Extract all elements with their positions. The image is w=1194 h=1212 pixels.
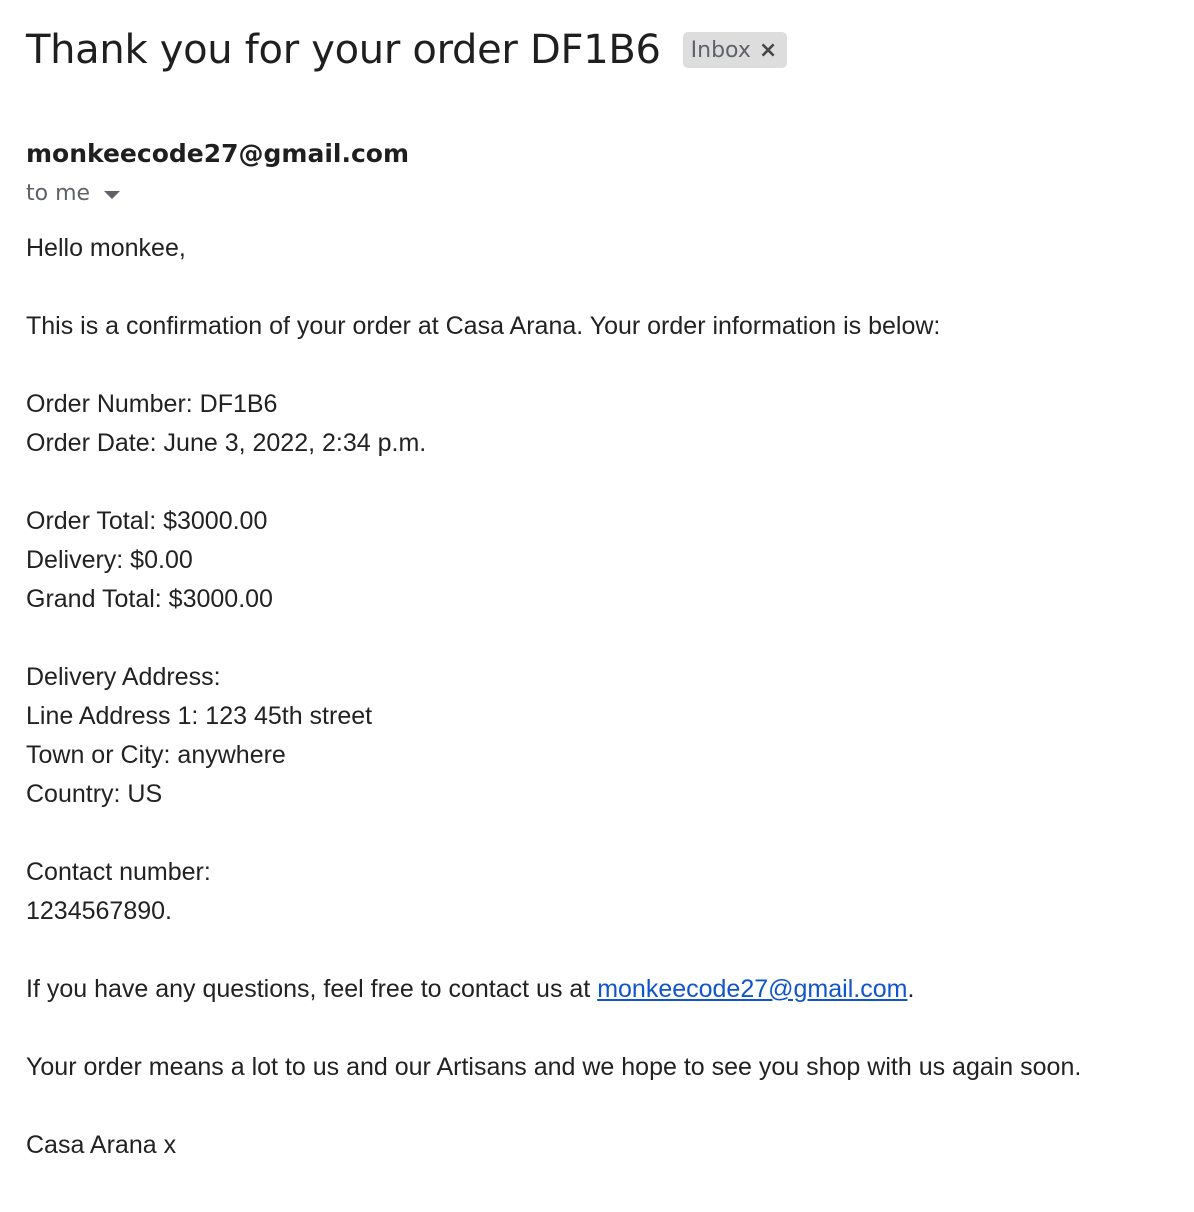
intro-text: This is a confirmation of your order at … [26,312,941,340]
email-subject: Thank you for your order DF1B6 [26,27,661,73]
questions-suffix: . [907,975,915,1003]
order-number: Order Number: DF1B6 [26,390,278,418]
grand-total: Grand Total: $3000.00 [26,585,273,613]
recipient-details-toggle[interactable]: to me [26,178,121,210]
signature: Casa Arana x [26,1131,177,1159]
contact-email-link[interactable]: monkeecode27@gmail.com [597,975,907,1003]
greeting: Hello monkee, [26,234,186,262]
order-date: Order Date: June 3, 2022, 2:34 p.m. [26,429,427,457]
recipient-text: to me [26,181,91,206]
remove-label-icon[interactable]: × [759,38,777,63]
sender-address[interactable]: monkeecode27@gmail.com [26,136,409,172]
email-body: Hello monkee, This is a confirmation of … [26,229,1176,1165]
contact-heading: Contact number: [26,858,211,886]
delivery-address-heading: Delivery Address: [26,663,221,691]
line-address-1: Line Address 1: 123 45th street [26,702,373,730]
closing-text: Your order means a lot to us and our Art… [26,1053,1082,1081]
delivery-cost: Delivery: $0.00 [26,546,193,574]
inbox-label-text: Inbox [690,37,751,63]
chevron-down-icon[interactable] [104,191,121,199]
questions-prefix: If you have any questions, feel free to … [26,975,598,1003]
subject-row: Thank you for your order DF1B6 Inbox × [26,22,788,78]
country: Country: US [26,780,163,808]
town-or-city: Town or City: anywhere [26,741,286,769]
inbox-label-chip[interactable]: Inbox × [682,32,788,68]
contact-number: 1234567890. [26,897,172,925]
order-total: Order Total: $3000.00 [26,507,268,535]
questions-line: If you have any questions, feel free to … [26,970,1176,1009]
